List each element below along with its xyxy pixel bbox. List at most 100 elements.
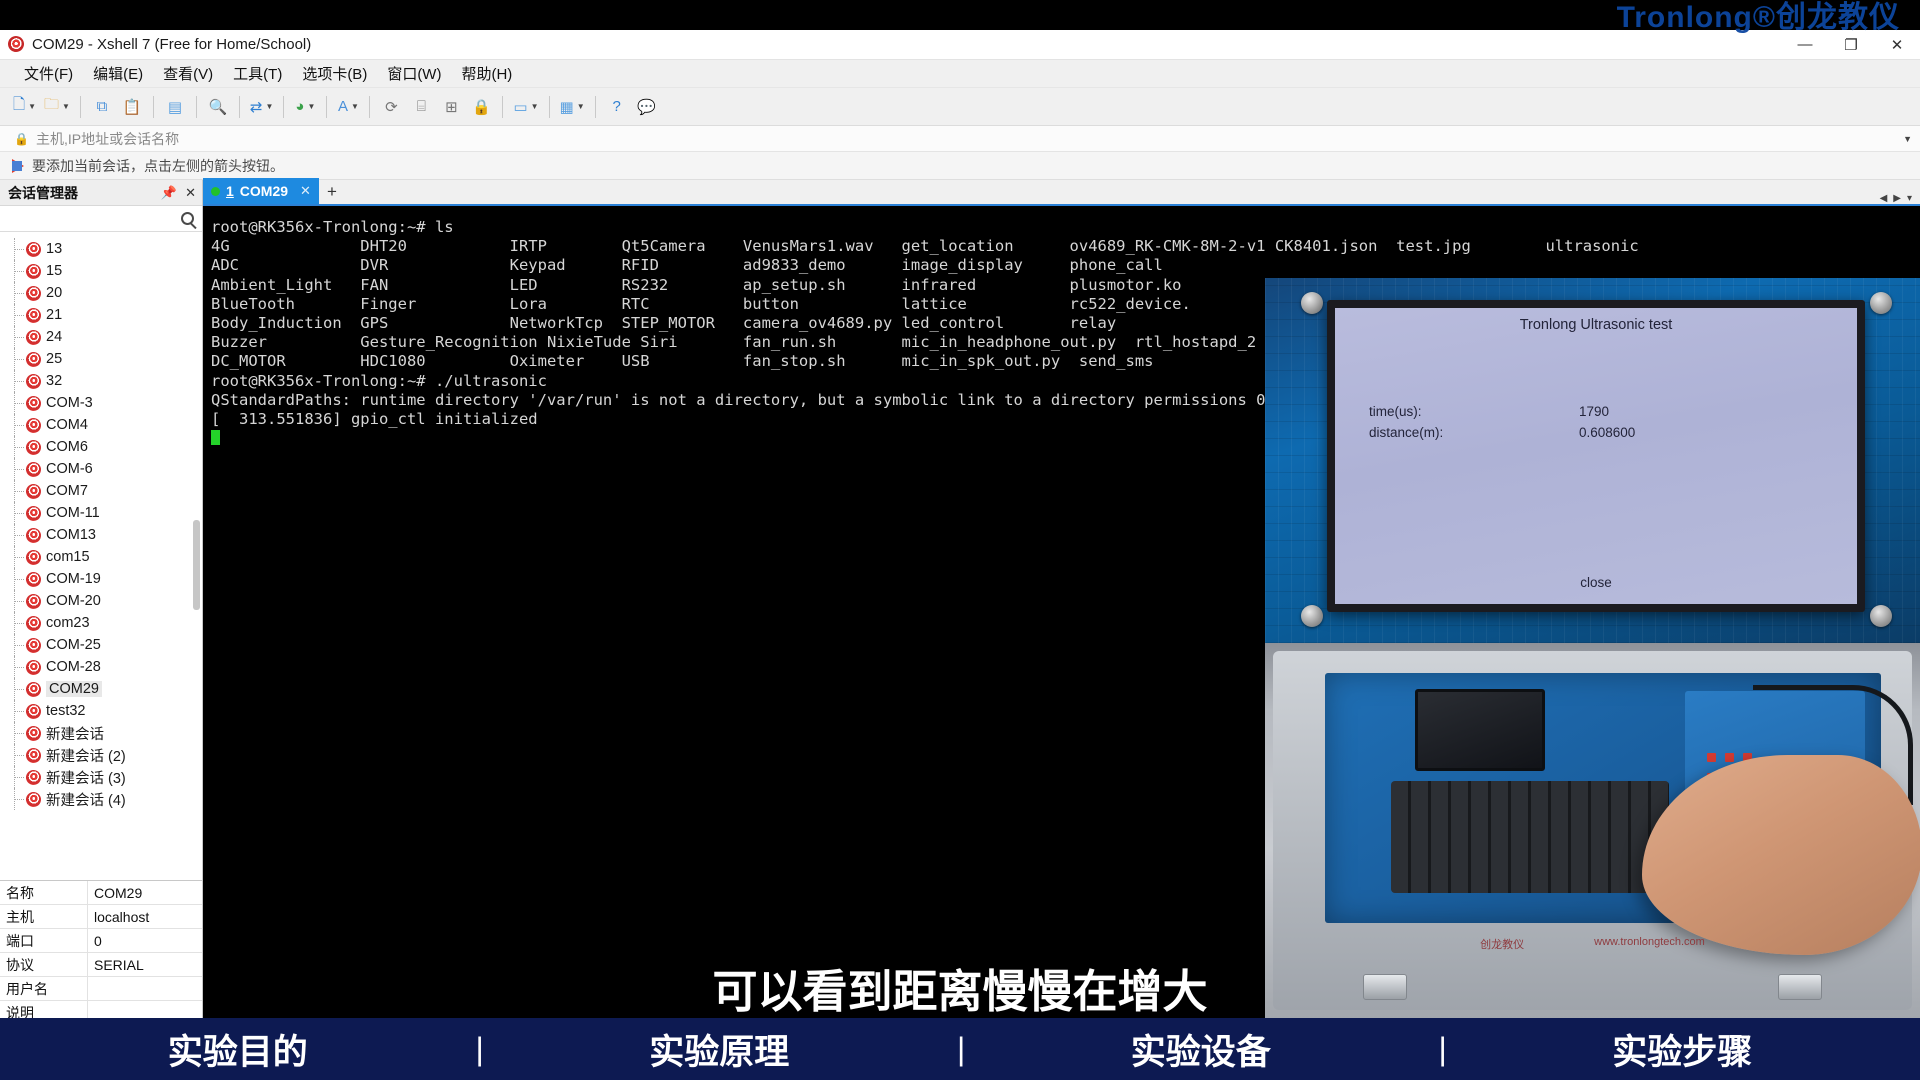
session-tree-item[interactable]: test32 [0,700,202,722]
chevron-down-icon[interactable]: ▼ [307,102,315,111]
session-search-bar[interactable] [0,206,202,232]
maximize-button[interactable]: ❐ [1828,30,1874,60]
bottom-nav-item[interactable]: 实验原理 [482,1024,958,1075]
toolbar-separator [239,96,240,118]
close-icon[interactable]: ✕ [185,185,196,201]
chevron-down-icon[interactable]: ▼ [266,102,274,111]
app-root: Tronlong®创龙教仪 COM29 - Xshell 7 (Free for… [0,0,1920,1080]
compose-button[interactable]: ⌸ [407,92,435,122]
session-tree-scrollbar[interactable] [193,520,200,610]
layout-button[interactable]: ▦▼ [557,92,588,122]
bottom-nav-item[interactable]: 实验设备 [963,1024,1439,1075]
find-button[interactable]: 🔍 [204,92,232,122]
session-tree-item[interactable]: COM-19 [0,568,202,590]
ultrasonic-close-button[interactable]: close [1335,575,1857,590]
new-session-button[interactable]: 🗋▼ [10,92,39,122]
session-manager-title: 会话管理器 [8,183,78,203]
device-camera-overlay: Tronlong Ultrasonic test time(us):1790di… [1265,278,1920,1018]
chevron-down-icon[interactable]: ▼ [577,102,585,111]
session-tree-item[interactable]: 新建会话 (2) [0,744,202,766]
color-scheme-button[interactable]: ◕▼ [291,92,319,122]
session-tree-item[interactable]: COM4 [0,414,202,436]
tile-button[interactable]: ⊞ [437,92,465,122]
session-tree-item[interactable]: 新建会话 (3) [0,766,202,788]
session-tree-item[interactable]: COM7 [0,480,202,502]
menu-tabs[interactable]: 选项卡(B) [292,60,377,87]
session-tree-item[interactable]: COM-25 [0,634,202,656]
open-session-button[interactable]: 🗀▼ [41,92,73,122]
session-tree-item[interactable]: 15 [0,260,202,282]
session-tree-item-label: 新建会话 (4) [46,789,126,810]
copy-button[interactable]: ⧉ [88,92,116,122]
toolbar-separator [196,96,197,118]
session-tree-item[interactable]: COM6 [0,436,202,458]
ultrasonic-reading-row: distance(m):0.608600 [1369,425,1807,440]
menu-edit[interactable]: 编辑(E) [83,60,153,87]
pin-icon[interactable]: 📌 [161,185,177,201]
session-tree-item[interactable]: com15 [0,546,202,568]
session-tree-item[interactable]: 21 [0,304,202,326]
screw-icon [1301,292,1323,314]
session-tree[interactable]: 13152021242532COM-3COM4COM6COM-6COM7COM-… [0,232,202,880]
session-tree-item-label: 21 [46,307,62,323]
xshell-session-icon [26,440,41,455]
chevron-down-icon[interactable]: ▼ [1903,134,1912,144]
menu-file[interactable]: 文件(F) [14,60,83,87]
xshell-session-icon [26,506,41,521]
address-input-placeholder[interactable]: 主机,IP地址或会话名称 [36,129,179,149]
chevron-down-icon[interactable]: ▼ [62,102,70,111]
tab-close-icon[interactable]: ✕ [300,183,311,199]
session-tree-item[interactable]: COM-20 [0,590,202,612]
transfer-button[interactable]: ⇄▼ [247,92,277,122]
bottom-nav-item[interactable]: 实验步骤 [1445,1024,1920,1075]
xshell-session-icon [26,286,41,301]
xshell-session-icon [26,748,41,763]
properties-button[interactable]: ▤ [161,92,189,122]
tab-list-icon[interactable]: ▾ [1907,193,1912,204]
search-icon[interactable] [181,212,194,225]
address-bar[interactable]: 🔒 主机,IP地址或会话名称 ▼ [0,126,1920,152]
close-button[interactable]: ✕ [1874,30,1920,60]
session-tree-item[interactable]: 13 [0,238,202,260]
chevron-down-icon[interactable]: ▼ [351,102,359,111]
minimize-button[interactable]: — [1782,30,1828,60]
bottom-nav-item[interactable]: 实验目的 [0,1024,476,1075]
ultrasonic-reading-value: 0.608600 [1579,425,1635,440]
sync-button[interactable]: ⟳ [377,92,405,122]
session-tree-item[interactable]: 32 [0,370,202,392]
session-tree-item[interactable]: com23 [0,612,202,634]
session-tree-item[interactable]: COM29 [0,678,202,700]
session-tree-item[interactable]: 新建会话 [0,722,202,744]
session-tree-item[interactable]: COM-11 [0,502,202,524]
session-tree-item[interactable]: COM-6 [0,458,202,480]
menu-help[interactable]: 帮助(H) [451,60,522,87]
session-tree-item[interactable]: 新建会话 (4) [0,788,202,810]
session-tree-item[interactable]: COM-28 [0,656,202,678]
session-tree-item[interactable]: 20 [0,282,202,304]
tab-scroll-right-icon[interactable]: ▶ [1893,193,1901,204]
chevron-down-icon[interactable]: ▼ [531,102,539,111]
tab-scroll-left-icon[interactable]: ◀ [1880,193,1888,204]
highlight-button[interactable]: A▼ [334,92,362,122]
terminal-line: root@RK356x-Tronlong:~# ls [211,218,1920,237]
chevron-down-icon[interactable]: ▼ [28,102,36,111]
terminal-type-button[interactable]: ▭▼ [510,92,541,122]
menu-window[interactable]: 窗口(W) [377,60,451,87]
menu-tools[interactable]: 工具(T) [223,60,292,87]
paste-button[interactable]: 📋 [118,92,146,122]
tab-com29[interactable]: 1 COM29 ✕ [203,178,319,204]
xshell-session-icon [26,308,41,323]
feedback-button[interactable]: 💬 [633,92,661,122]
session-tree-item[interactable]: COM-3 [0,392,202,414]
find-icon: 🔍 [209,98,228,116]
session-tree-item[interactable]: 24 [0,326,202,348]
terminal-line: ADC DVR Keypad RFID ad9833_demo image_di… [211,256,1920,275]
new-tab-button[interactable]: + [319,180,345,204]
menu-view[interactable]: 查看(V) [153,60,223,87]
session-tree-item[interactable]: 25 [0,348,202,370]
session-tree-item-label: com23 [46,615,90,631]
session-tree-item-label: 新建会话 (3) [46,767,126,788]
lock-button[interactable]: 🔒 [467,92,495,122]
session-tree-item[interactable]: COM13 [0,524,202,546]
help-button[interactable]: ? [603,92,631,122]
